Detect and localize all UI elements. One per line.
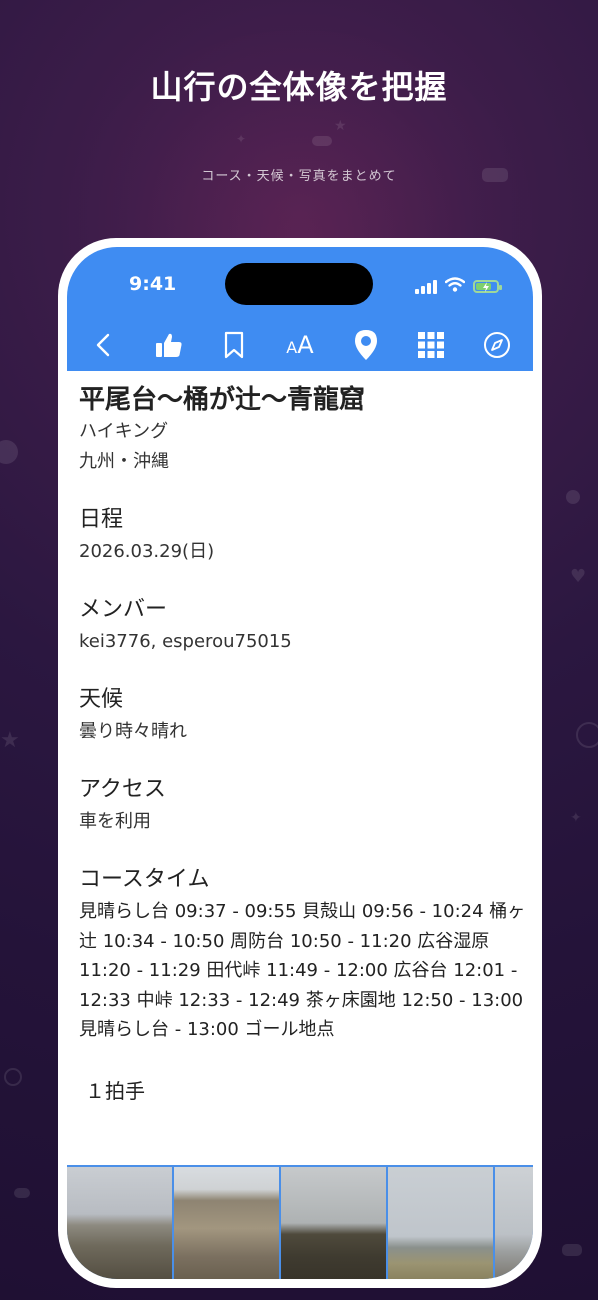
font-size-button[interactable]: AA — [282, 327, 318, 363]
decor-heart-icon: ♥ — [570, 566, 587, 587]
decor-sparkle-icon: ✦ — [570, 810, 582, 826]
course-time-text: 見晴らし台 09:37 - 09:55 貝殻山 09:56 - 10:24 桶ヶ… — [79, 901, 526, 1040]
decor-star-icon: ★ — [0, 728, 20, 753]
decor-pill — [562, 1244, 582, 1256]
thumbs-up-icon — [155, 333, 182, 357]
grid-button[interactable] — [413, 327, 449, 363]
decor-ring — [576, 722, 598, 748]
section-heading: 天候 — [79, 687, 124, 712]
decor-dot — [0, 440, 18, 464]
toolbar: AA — [67, 319, 533, 371]
section-heading: メンバー — [79, 597, 168, 622]
photo-thumbnail[interactable] — [388, 1167, 493, 1279]
photo-thumbnail[interactable] — [495, 1167, 533, 1279]
signal-icon — [415, 279, 437, 294]
phone-screen: 9:41 AA 平尾台〜桶が辻〜青龍窟 ハイキング 九州・沖縄 日程 2026.… — [67, 247, 533, 1279]
dynamic-island — [225, 263, 373, 305]
photo-thumbnail[interactable] — [281, 1167, 386, 1279]
back-button[interactable] — [85, 327, 121, 363]
grid-icon — [418, 332, 445, 358]
like-count: １拍手 — [85, 1078, 145, 1103]
access-section: アクセス 車を利用 — [79, 773, 521, 837]
phone-frame: 9:41 AA 平尾台〜桶が辻〜青龍窟 ハイキング 九州・沖縄 日程 2026.… — [58, 238, 542, 1288]
record-region: 九州・沖縄 — [79, 451, 169, 472]
promo-subline: コース・天候・写真をまとめて — [201, 169, 397, 184]
like-button[interactable] — [151, 327, 187, 363]
promo-headline: 山行の全体像を把握 — [150, 68, 448, 106]
battery-icon — [473, 280, 502, 293]
section-heading: アクセス — [79, 777, 166, 802]
record-content: 平尾台〜桶が辻〜青龍窟 ハイキング 九州・沖縄 日程 2026.03.29(日)… — [79, 383, 525, 1104]
map-pin-icon — [354, 330, 377, 360]
status-time: 9:41 — [129, 273, 177, 295]
decor-pill — [312, 136, 332, 146]
section-value: 2026.03.29(日) — [79, 541, 215, 562]
compass-button[interactable] — [479, 327, 515, 363]
decor-ring — [4, 1068, 22, 1086]
record-activity: ハイキング — [79, 421, 169, 442]
decor-star-icon: ★ — [334, 118, 347, 134]
decor-sparkle-icon: ✦ — [236, 132, 247, 146]
status-icons — [415, 277, 502, 296]
photo-strip — [67, 1165, 533, 1279]
wifi-icon — [444, 277, 466, 296]
bookmark-button[interactable] — [216, 327, 252, 363]
bookmark-icon — [225, 331, 244, 359]
compass-icon — [483, 332, 510, 358]
decor-pill — [14, 1188, 30, 1198]
schedule-section: 日程 2026.03.29(日) — [79, 503, 521, 567]
photo-thumbnail[interactable] — [174, 1167, 279, 1279]
map-button[interactable] — [348, 327, 384, 363]
section-value: 曇り時々晴れ — [79, 721, 187, 742]
section-value: 車を利用 — [79, 811, 151, 832]
photo-thumbnail[interactable] — [67, 1167, 172, 1279]
section-heading: 日程 — [79, 507, 124, 532]
decor-dot — [566, 490, 580, 504]
font-size-icon: AA — [286, 331, 314, 359]
back-icon — [96, 333, 110, 357]
status-bar: 9:41 — [67, 247, 533, 319]
record-title: 平尾台〜桶が辻〜青龍窟 — [79, 385, 366, 415]
members-section: メンバー kei3776, esperou75015 — [79, 593, 521, 657]
course-time-section: コースタイム 見晴らし台 09:37 - 09:55 貝殻山 09:56 - 1… — [79, 863, 525, 1045]
weather-section: 天候 曇り時々晴れ — [79, 683, 521, 747]
section-value: kei3776, esperou75015 — [79, 631, 292, 652]
section-heading: コースタイム — [79, 867, 210, 892]
